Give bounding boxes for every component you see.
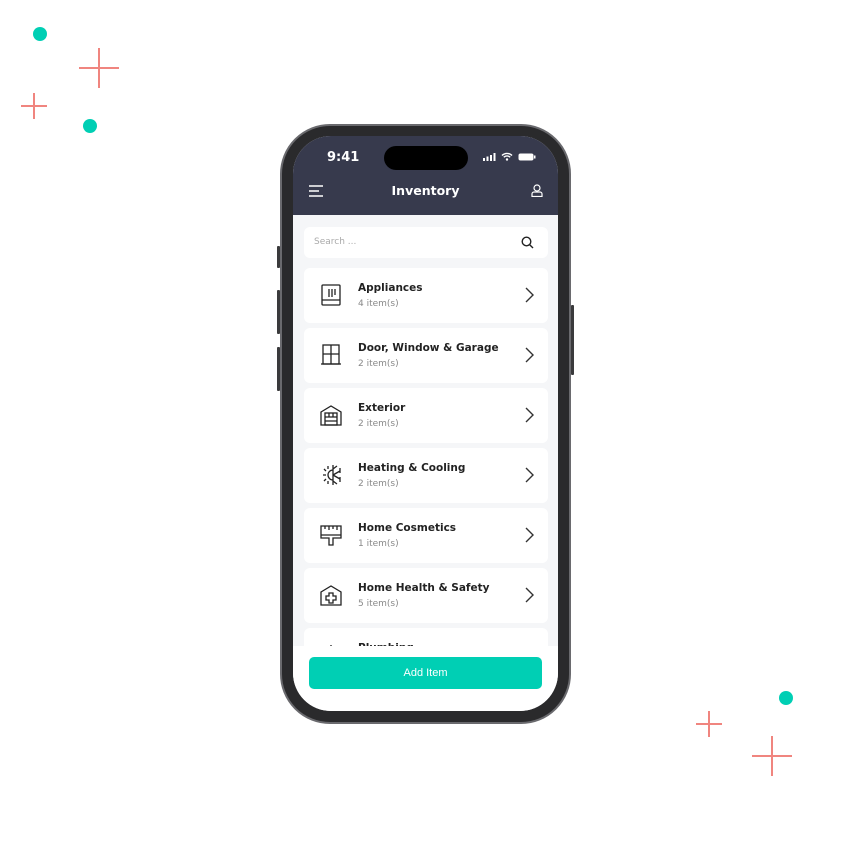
screen: 9:41 Inventory Search ... Appliances 4 i… [293, 136, 558, 711]
category-count: 5 item(s) [358, 599, 399, 609]
category-item[interactable]: Door, Window & Garage 2 item(s) [304, 328, 548, 383]
power-button [571, 305, 574, 375]
window-icon [321, 344, 341, 365]
decor-cross [696, 711, 722, 737]
decor-dot [83, 119, 97, 133]
footer: Add Item [293, 646, 558, 711]
house-medical-icon [320, 585, 342, 606]
category-count: 4 item(s) [358, 299, 399, 309]
page-title: Inventory [391, 183, 460, 198]
search-placeholder: Search ... [314, 237, 357, 247]
category-count: 1 item(s) [358, 539, 399, 549]
chevron-right-icon[interactable] [524, 587, 534, 603]
category-count: 2 item(s) [358, 479, 399, 489]
app-header: 9:41 Inventory [293, 136, 558, 215]
category-name: Door, Window & Garage [358, 342, 499, 354]
chevron-right-icon[interactable] [524, 407, 534, 423]
category-item[interactable]: Home Cosmetics 1 item(s) [304, 508, 548, 563]
chevron-right-icon[interactable] [524, 527, 534, 543]
wifi-icon [501, 152, 513, 161]
decor-dot [33, 27, 47, 41]
chevron-right-icon[interactable] [524, 467, 534, 483]
category-name: Appliances [358, 282, 423, 294]
decor-dot [779, 691, 793, 705]
garage-icon [320, 405, 342, 426]
decor-cross [752, 736, 792, 776]
add-item-button[interactable]: Add Item [309, 657, 542, 689]
category-item[interactable]: Appliances 4 item(s) [304, 268, 548, 323]
signal-icon [483, 152, 496, 161]
category-name: Exterior [358, 402, 406, 414]
category-list: Appliances 4 item(s) Door, Window & Gara… [304, 268, 548, 646]
category-count: 2 item(s) [358, 419, 399, 429]
search-icon[interactable] [521, 236, 534, 249]
side-button [277, 246, 280, 268]
category-count: 2 item(s) [358, 359, 399, 369]
volume-down-button [277, 347, 280, 391]
decor-cross [79, 48, 119, 88]
refrigerator-icon [321, 284, 341, 306]
user-icon[interactable] [531, 184, 543, 197]
status-time: 9:41 [327, 150, 360, 165]
category-item[interactable]: Exterior 2 item(s) [304, 388, 548, 443]
paint-brush-icon [320, 525, 342, 546]
category-name: Home Health & Safety [358, 582, 490, 594]
decor-cross [21, 93, 47, 119]
volume-up-button [277, 290, 280, 334]
category-name: Home Cosmetics [358, 522, 457, 534]
battery-icon [518, 153, 536, 160]
chevron-right-icon[interactable] [524, 347, 534, 363]
search-input[interactable]: Search ... [304, 227, 548, 258]
category-item[interactable]: Heating & Cooling 2 item(s) [304, 448, 548, 503]
category-name: Heating & Cooling [358, 462, 466, 474]
category-item[interactable]: Home Health & Safety 5 item(s) [304, 568, 548, 623]
dynamic-island [384, 146, 468, 170]
category-item[interactable]: Plumbing [304, 628, 548, 646]
sun-snowflake-icon [323, 465, 341, 485]
chevron-right-icon[interactable] [524, 287, 534, 303]
status-icons [483, 152, 536, 161]
